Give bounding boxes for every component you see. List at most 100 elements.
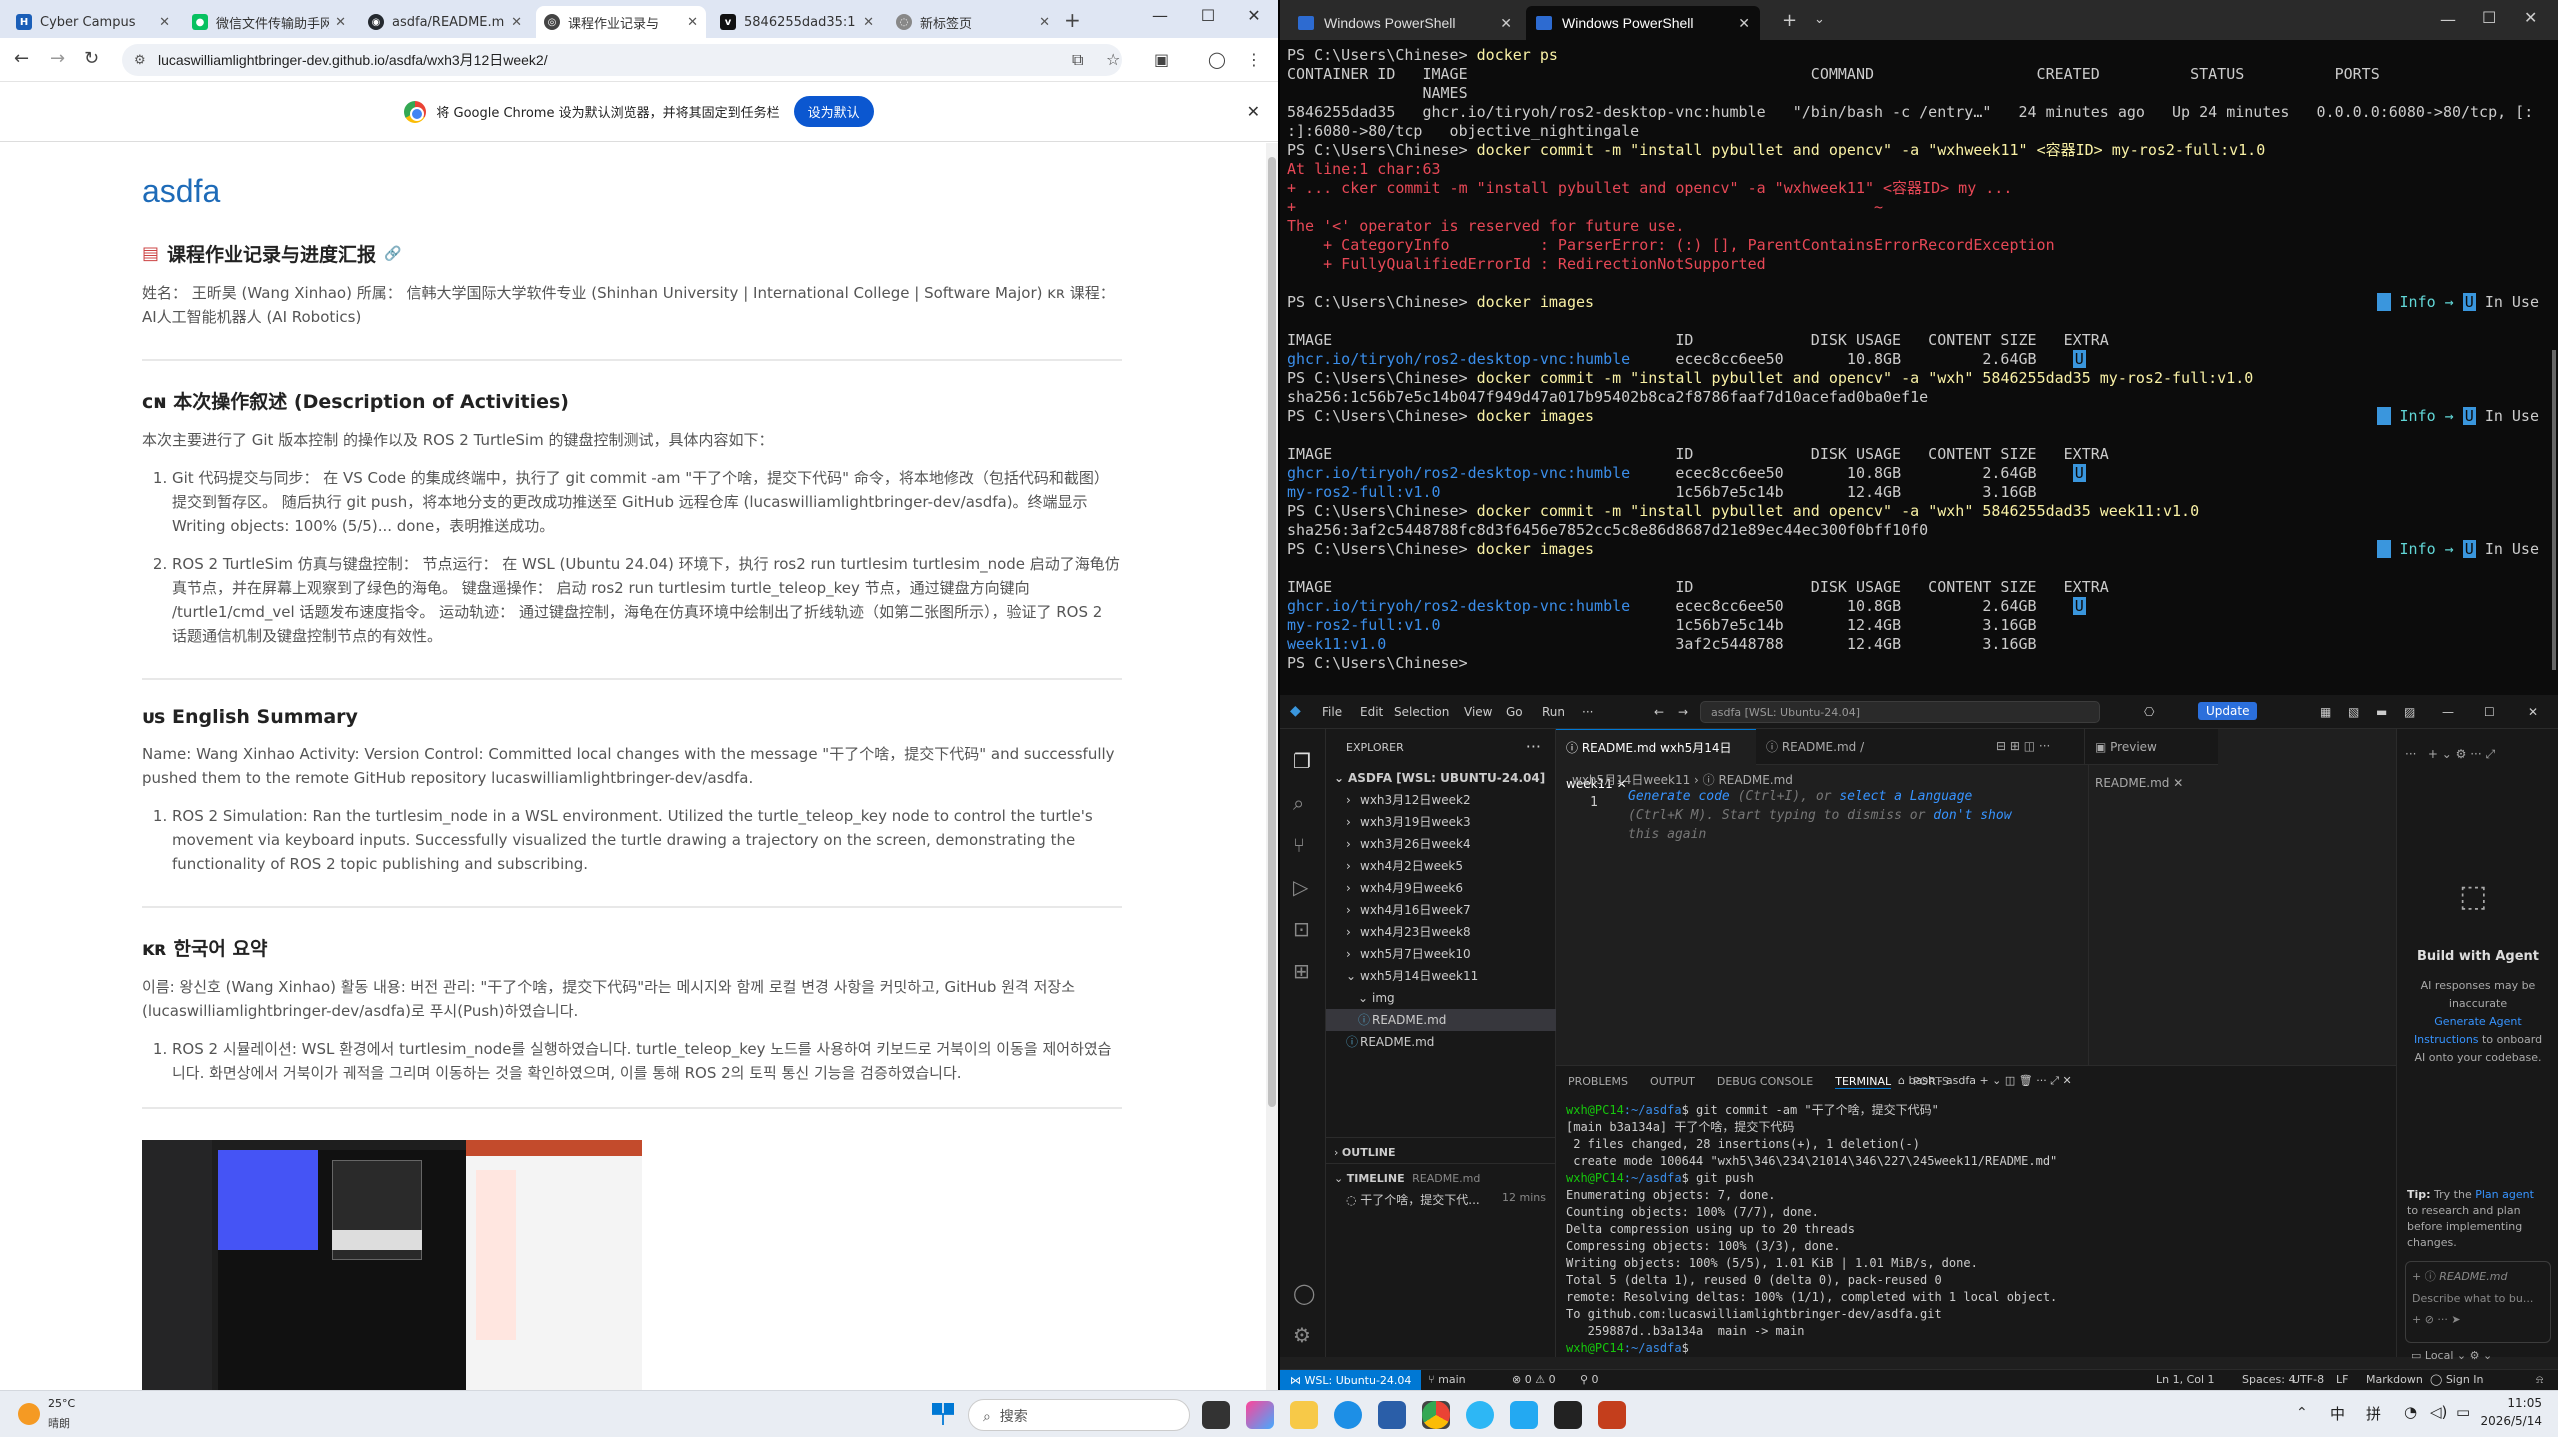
close-icon[interactable]: ✕ — [687, 15, 698, 30]
layout-icon[interactable]: ▦ — [2320, 705, 2331, 719]
bookmark-star-icon[interactable]: ☆ — [1106, 50, 1120, 69]
page-scrollbar[interactable] — [1266, 143, 1278, 1390]
terminal-output[interactable]: wxh@PC14:~/asdfa$ git commit -am "干了个啥，提… — [1566, 1102, 2057, 1357]
copilot-icon[interactable] — [1246, 1401, 1274, 1429]
task-view-icon[interactable] — [1202, 1401, 1230, 1429]
tab-readme-root[interactable]: ⓘ README.md / — [1756, 729, 1916, 765]
maximize-button[interactable]: ☐ — [1188, 6, 1228, 25]
forward-button[interactable]: → — [50, 48, 65, 69]
reload-button[interactable]: ↻ — [84, 48, 99, 69]
tree-item[interactable]: › wxh3月12日week2 — [1326, 789, 1556, 811]
tab-course-record[interactable]: ◎ 课程作业记录与 ✕ — [536, 6, 706, 38]
start-button[interactable] — [932, 1403, 954, 1425]
run-debug-icon[interactable]: ▷ — [1293, 875, 1308, 899]
problems-indicator[interactable]: ⊗ 0 ⚠ 0 — [1512, 1373, 1556, 1386]
language-mode[interactable]: Markdown — [2366, 1373, 2423, 1386]
source-control-icon[interactable]: ⑂ — [1293, 833, 1305, 857]
remote-indicator[interactable]: ⋈ WSL: Ubuntu-24.04 — [1280, 1370, 1422, 1390]
toggle-panel-icon[interactable]: ▬ — [2376, 705, 2387, 719]
menu-selection[interactable]: Selection — [1394, 705, 1449, 719]
site-info-icon[interactable]: ⚙ — [134, 52, 146, 68]
weather-sun-icon[interactable] — [18, 1403, 40, 1425]
ports-indicator[interactable]: ⚲ 0 — [1580, 1373, 1599, 1386]
tab-problems[interactable]: PROBLEMS — [1568, 1075, 1628, 1088]
account-icon[interactable]: ◯ — [1293, 1281, 1315, 1305]
tree-item[interactable]: ⌄ wxh5月14日week11 — [1326, 965, 1556, 987]
battery-icon[interactable]: ▭ — [2456, 1403, 2470, 1421]
site-title[interactable]: asdfa — [142, 173, 1122, 210]
menu-edit[interactable]: Edit — [1360, 705, 1383, 719]
hint-dont-show-link[interactable]: don't show — [1933, 808, 2011, 823]
split-editor-icon[interactable]: ⊟ ⊞ ◫ ··· — [1996, 739, 2050, 753]
terminal-taskbar-icon[interactable] — [1554, 1401, 1582, 1429]
clock-time[interactable]: 11:05 — [2470, 1396, 2542, 1410]
chat-context-file[interactable]: + ⓘ README.md — [2406, 1262, 2550, 1284]
tab-preview-readme[interactable]: ▣ Preview README.md ✕ — [2084, 729, 2244, 790]
taskbar-search[interactable]: ⌕ 搜索 — [968, 1399, 1190, 1431]
timeline-entry[interactable]: ◌ 干了个啥，提交下代... 12 mins — [1346, 1191, 1546, 1208]
ime-mode[interactable]: 中 — [2330, 1403, 2345, 1424]
vscode-taskbar-icon[interactable] — [1510, 1401, 1538, 1429]
tree-item[interactable]: › wxh4月9日week6 — [1326, 877, 1556, 899]
menu-file[interactable]: File — [1322, 705, 1342, 719]
chat-input-toolbar[interactable]: + ⊘ ··· ➤ — [2406, 1305, 2550, 1326]
tab-vnc[interactable]: v 5846255dad35:1 ✕ — [712, 6, 882, 38]
tree-item[interactable]: › wxh3月26日week4 — [1326, 833, 1556, 855]
ime-pinyin[interactable]: 拼 — [2366, 1403, 2381, 1424]
tree-item[interactable]: ⓘ README.md — [1326, 1031, 1556, 1053]
more-actions-icon[interactable]: ··· — [1526, 737, 1541, 756]
tab-cyber-campus[interactable]: H Cyber Campus ✕ — [8, 6, 178, 38]
tab-powershell-2[interactable]: Windows PowerShell ✕ — [1526, 6, 1760, 40]
extensions-icon[interactable]: ▣ — [1154, 50, 1169, 69]
minimize-button[interactable]: — — [1140, 6, 1180, 25]
back-arrow-icon[interactable]: ← — [1654, 705, 1664, 719]
weather-text[interactable]: 晴朗 — [48, 1415, 70, 1431]
session-target[interactable]: ▭ Local ⌄ ⚙ ⌄ — [2411, 1349, 2492, 1362]
remote-explorer-icon[interactable]: ⊡ — [1293, 917, 1310, 941]
menu-go[interactable]: Go — [1506, 705, 1523, 719]
scrollbar-thumb[interactable] — [1268, 157, 1276, 1107]
update-button[interactable]: Update — [2198, 702, 2258, 720]
close-window-button[interactable]: ✕ — [1234, 6, 1274, 25]
breadcrumb[interactable]: wxh5月14日week11 › ⓘ README.md — [1572, 771, 1793, 788]
chevron-down-icon[interactable]: ⌄ — [1814, 12, 1825, 27]
chat-toolbar[interactable]: ··· + ⌄ ⚙ ··· ⤢ — [2405, 747, 2495, 762]
new-tab-button[interactable]: + — [1782, 10, 1797, 31]
tab-readme-week11[interactable]: ⓘ README.md wxh5月14日week11 ✕ — [1556, 729, 1756, 791]
tab-new-tab[interactable]: ◌ 新标签页 ✕ — [888, 6, 1058, 38]
menu-run[interactable]: Run — [1542, 705, 1565, 719]
back-button[interactable]: ← — [14, 48, 29, 69]
tab-github-readme[interactable]: ◉ asdfa/README.md ✕ — [360, 6, 530, 38]
close-window-button[interactable]: ✕ — [2528, 705, 2538, 719]
plan-agent-link[interactable]: Plan agent — [2475, 1188, 2534, 1201]
set-default-button[interactable]: 设为默认 — [793, 96, 874, 127]
close-window-button[interactable]: ✕ — [2524, 8, 2537, 27]
terminal-output[interactable]: PS C:\Users\Chinese> docker ps CONTAINER … — [1287, 46, 2547, 673]
close-icon[interactable]: ✕ — [1039, 15, 1050, 30]
menu-view[interactable]: View — [1464, 705, 1492, 719]
terminal-scrollbar[interactable] — [2552, 350, 2556, 670]
tree-item[interactable]: › wxh4月23日week8 — [1326, 921, 1556, 943]
line-ending[interactable]: LF — [2336, 1373, 2348, 1386]
forward-arrow-icon[interactable]: → — [1678, 705, 1688, 719]
tray-chevron-icon[interactable]: ⌃ — [2296, 1405, 2308, 1421]
close-icon[interactable]: ✕ — [1500, 15, 1512, 32]
notifications-bell-icon[interactable]: ⍾ — [2536, 1373, 2543, 1387]
menu-icon[interactable]: ⋮ — [1246, 50, 1262, 69]
tab-output[interactable]: OUTPUT — [1650, 1075, 1695, 1088]
encoding[interactable]: UTF-8 — [2292, 1373, 2324, 1386]
close-icon[interactable]: ✕ — [1247, 102, 1260, 121]
tab-powershell-1[interactable]: Windows PowerShell ✕ — [1288, 6, 1522, 40]
indentation[interactable]: Spaces: 4 — [2242, 1373, 2295, 1386]
powerpoint-icon[interactable] — [1598, 1401, 1626, 1429]
explorer-icon[interactable]: ❐ — [1293, 749, 1311, 773]
profile-icon[interactable]: ◯ — [1208, 50, 1226, 69]
tab-wechat[interactable]: ● 微信文件传输助手网 ✕ — [184, 6, 354, 38]
minimize-button[interactable]: — — [2442, 705, 2454, 719]
clock-date[interactable]: 2026/5/14 — [2470, 1414, 2542, 1428]
sign-in[interactable]: ◯ Sign In — [2430, 1373, 2484, 1386]
hint-generate-link[interactable]: Generate code — [1628, 789, 1730, 804]
close-icon[interactable]: ✕ — [159, 15, 170, 30]
tree-item[interactable]: › wxh4月2日week5 — [1326, 855, 1556, 877]
timeline-section[interactable]: ⌄ TIMELINE README.md — [1326, 1163, 1556, 1193]
